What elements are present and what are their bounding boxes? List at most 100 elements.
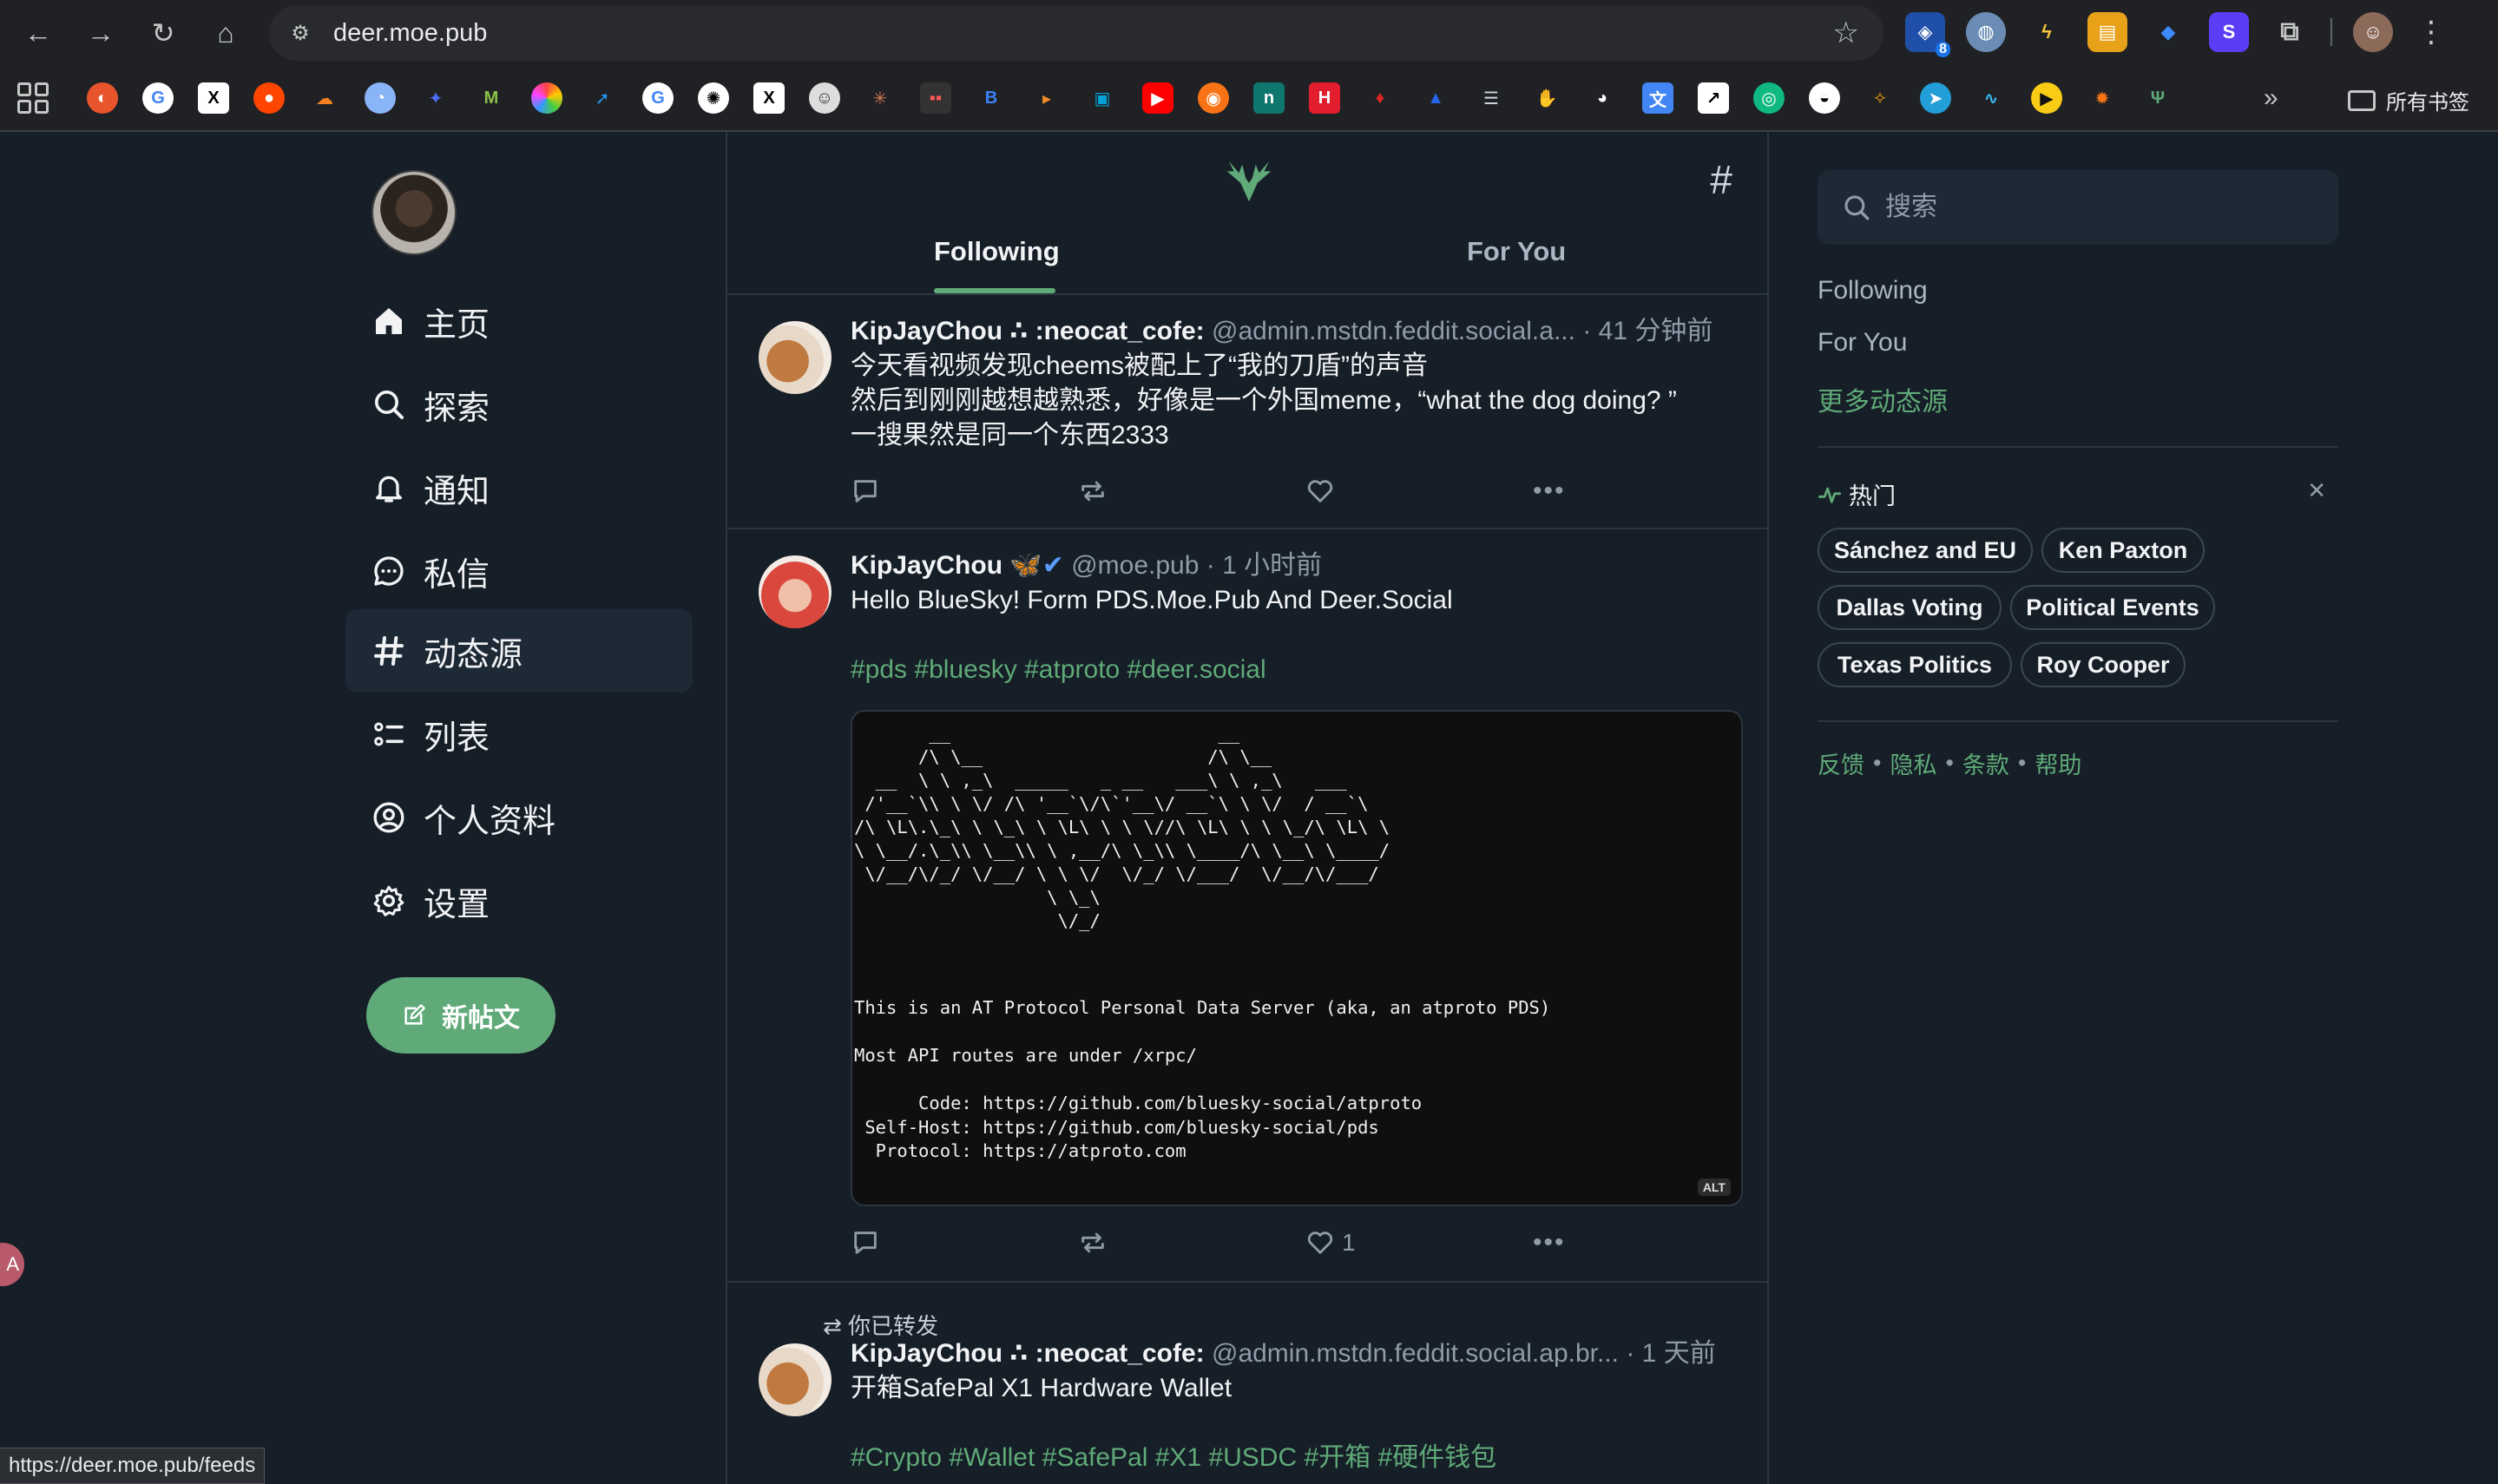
post-author-handle[interactable]: @moe.pub [1071, 551, 1199, 580]
nav-item-settings[interactable]: 设置 [345, 859, 693, 942]
post-item[interactable]: KipJayChou ∴ :neocat_cofe: @admin.mstdn.… [727, 295, 1767, 529]
address-bar[interactable]: ⚙ deer.moe.pub ☆ [269, 5, 1883, 61]
extension-globe-icon[interactable]: ◍ [1966, 12, 2006, 52]
bookmark-swirl-icon[interactable]: ◒ [1809, 82, 1840, 114]
bookmark-deer-icon[interactable]: Ψ [2142, 82, 2173, 114]
reload-icon[interactable]: ↻ [141, 10, 186, 56]
bookmark-google-2-icon[interactable]: G [642, 82, 674, 114]
bookmark-dots-icon[interactable]: ▪▪ [920, 82, 951, 114]
extension-pikachu-icon[interactable]: ϟ [2027, 12, 2067, 52]
trend-chip[interactable]: Ken Paxton [2041, 528, 2205, 573]
trend-chip[interactable]: Dallas Voting [1818, 585, 2002, 630]
forward-icon[interactable]: → [78, 10, 123, 56]
like-button[interactable]: 1 [1305, 1228, 1356, 1257]
trend-chip[interactable]: Roy Cooper [2021, 642, 2186, 687]
apps-grid-icon[interactable] [17, 82, 49, 114]
footer-link-privacy[interactable]: 隐私 [1890, 746, 1936, 780]
extension-diamond-icon[interactable]: ◆ [2148, 12, 2188, 52]
new-post-button[interactable]: 新帖文 [366, 977, 555, 1054]
bookmark-arrow-icon[interactable]: ➚ [587, 82, 618, 114]
reply-icon[interactable] [851, 476, 880, 506]
more-options-icon[interactable]: ••• [1533, 476, 1566, 506]
bookmark-avatar-icon[interactable]: ☺ [809, 82, 840, 114]
post-author-handle[interactable]: @admin.mstdn.feddit.social.a... [1212, 317, 1575, 345]
bookmark-party-icon[interactable]: ✧ [1864, 82, 1896, 114]
bookmark-flame-icon[interactable]: ♦ [1364, 82, 1396, 114]
post-item[interactable]: ⇄ 你已转发 KipJayChou ∴ :neocat_cofe: @admin… [727, 1283, 1767, 1484]
bookmark-x-icon[interactable]: X [198, 82, 229, 114]
extension-notes-icon[interactable]: ▤ [2087, 12, 2127, 52]
more-options-icon[interactable]: ••• [1533, 1228, 1566, 1257]
bookmark-circle-icon[interactable]: ◉ [1198, 82, 1229, 114]
deer-logo-icon[interactable] [1222, 153, 1276, 207]
footer-link-help[interactable]: 帮助 [2035, 746, 2081, 780]
bookmark-yellow-play-icon[interactable]: ▶ [2031, 82, 2062, 114]
search-box[interactable] [1818, 170, 2338, 245]
sidebar-link-for-you[interactable]: For You [1818, 328, 1907, 358]
post-image-embed[interactable]: __ __ /\ \__ /\ \__ __ \ \ ,_\ _____ _ _… [851, 710, 1743, 1206]
post-author-name[interactable]: KipJayChou [851, 1339, 1002, 1368]
bookmark-green-icon[interactable]: ◎ [1753, 82, 1785, 114]
post-timestamp[interactable]: · 1 天前 [1626, 1339, 1715, 1368]
nav-item-home[interactable]: 主页 [345, 279, 693, 363]
extension-s-icon[interactable]: S [2209, 12, 2249, 52]
sidebar-link-following[interactable]: Following [1818, 276, 1928, 305]
post-author-name[interactable]: KipJayChou [851, 317, 1002, 345]
post-item[interactable]: KipJayChou 🦋✔ @moe.pub · 1 小时前 Hello Blu… [727, 529, 1767, 1283]
bookmark-gear-icon[interactable]: ✹ [2087, 82, 2118, 114]
bookmark-h-icon[interactable]: H [1309, 82, 1340, 114]
bookmark-telegram-icon[interactable]: ➤ [1920, 82, 1951, 114]
post-hashtags[interactable]: #Crypto #Wallet #SafePal #X1 #USDC #开箱 #… [851, 1441, 1741, 1475]
nav-item-messages[interactable]: 私信 [345, 529, 693, 613]
bookmark-hand-icon[interactable]: ✋ [1531, 82, 1562, 114]
nav-item-explore[interactable]: 探索 [345, 363, 693, 446]
all-bookmarks-folder[interactable]: 所有书签 [2348, 85, 2469, 115]
repost-icon[interactable] [1078, 1228, 1108, 1257]
bookmark-m-icon[interactable]: M [476, 82, 507, 114]
bookmark-google-icon[interactable]: G [142, 82, 174, 114]
bookmark-b-icon[interactable]: B [976, 82, 1007, 114]
bookmark-box-icon[interactable]: ↗ [1698, 82, 1729, 114]
bookmark-1-icon[interactable]: ◐ [87, 82, 118, 114]
footer-link-feedback[interactable]: 反馈 [1818, 746, 1864, 780]
tab-following[interactable]: Following [934, 236, 1060, 267]
bookmark-translate-icon[interactable]: 文 [1642, 82, 1673, 114]
bookmark-youtube-icon[interactable]: ▶ [1142, 82, 1173, 114]
post-author-avatar[interactable] [759, 555, 832, 628]
extension-shield-icon[interactable]: ◈ 8 [1905, 12, 1950, 57]
floating-translate-icon[interactable]: A [0, 1243, 24, 1286]
my-avatar[interactable] [371, 170, 457, 255]
profile-avatar-icon[interactable]: ☺ [2353, 12, 2393, 52]
post-author-name[interactable]: KipJayChou [851, 551, 1002, 580]
bookmark-wave-icon[interactable]: ∿ [1975, 82, 2007, 114]
extensions-puzzle-icon[interactable]: ⧉ [2270, 12, 2310, 52]
bookmark-bird-icon[interactable]: ✦ [420, 82, 451, 114]
url-text[interactable]: deer.moe.pub [333, 19, 487, 48]
nav-item-profile[interactable]: 个人资料 [345, 776, 693, 859]
more-feeds-link[interactable]: 更多动态源 [1818, 380, 1948, 418]
tab-for-you[interactable]: For You [1467, 236, 1566, 267]
bookmark-x-2-icon[interactable]: X [753, 82, 785, 114]
feeds-hash-icon[interactable]: # [1710, 156, 1732, 203]
close-icon[interactable]: ✕ [2307, 477, 2326, 504]
home-browser-icon[interactable]: ⌂ [203, 10, 248, 56]
browser-menu-icon[interactable]: ⋮ [2414, 15, 2449, 49]
bookmark-github-icon[interactable]: ◕ [1587, 82, 1618, 114]
bookmark-ghost-icon[interactable]: ◔ [365, 82, 396, 114]
nav-item-notifications[interactable]: 通知 [345, 446, 693, 529]
repost-icon[interactable] [1078, 476, 1108, 506]
trend-chip[interactable]: Sánchez and EU [1818, 528, 2033, 573]
bookmark-reddit-icon[interactable]: ● [253, 82, 285, 114]
bookmark-star-icon[interactable]: ☆ [1833, 16, 1859, 50]
bookmark-triangle-icon[interactable]: ▲ [1420, 82, 1451, 114]
post-hashtags[interactable]: #pds #bluesky #atproto #deer.social [851, 653, 1741, 687]
bookmark-stripes-icon[interactable]: ☰ [1476, 82, 1507, 114]
bookmark-bilibili-icon[interactable]: ▣ [1087, 82, 1118, 114]
bookmark-play-icon[interactable]: ▸ [1031, 82, 1062, 114]
post-timestamp[interactable]: · 41 分钟前 [1582, 317, 1712, 345]
bookmark-cloudflare-icon[interactable]: ☁ [309, 82, 340, 114]
bookmark-claude-icon[interactable]: ✳ [864, 82, 896, 114]
site-settings-icon[interactable]: ⚙ [278, 10, 323, 56]
back-icon[interactable]: ← [16, 10, 61, 56]
post-timestamp[interactable]: · 1 小时前 [1206, 551, 1322, 580]
